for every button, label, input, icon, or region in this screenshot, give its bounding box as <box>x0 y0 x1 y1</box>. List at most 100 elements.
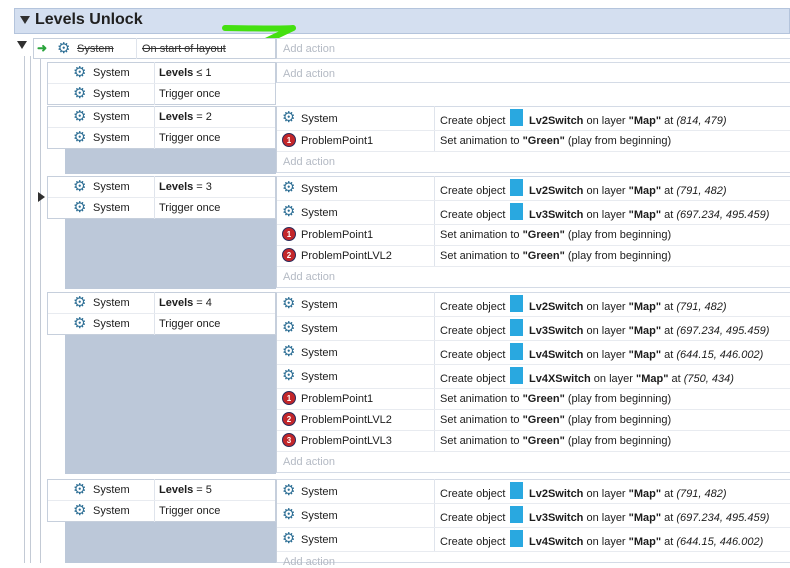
action-text[interactable]: Create object <box>440 512 505 524</box>
action-text[interactable]: Lv2Switch on layer "Map" at (791, 482) <box>529 185 727 197</box>
row-divider <box>277 364 790 365</box>
condition-text[interactable]: Levels ≤ 1 <box>159 67 212 79</box>
action-text[interactable]: Lv3Switch on layer "Map" at (697.234, 49… <box>529 512 769 524</box>
condition-text[interactable]: Levels = 5 <box>159 484 212 496</box>
start-event-collapse-icon[interactable] <box>17 41 27 49</box>
action-text[interactable]: Create object <box>440 115 505 127</box>
row-divider <box>277 409 790 410</box>
condition-text[interactable]: Trigger once <box>159 318 220 330</box>
expand-icon[interactable] <box>38 192 45 202</box>
row-divider <box>277 245 790 246</box>
separator <box>434 106 435 151</box>
row-divider <box>48 127 275 128</box>
condition-text[interactable]: Trigger once <box>159 505 220 517</box>
row-divider <box>277 200 790 201</box>
action-object: System <box>301 534 338 546</box>
condition-text[interactable]: Levels = 2 <box>159 111 212 123</box>
action-text[interactable]: Set animation to "Green" (play from begi… <box>440 229 671 241</box>
action-object: System <box>301 486 338 498</box>
gear-icon: ⚙ <box>57 40 71 57</box>
add-action-link[interactable]: Add action <box>283 271 335 283</box>
gear-icon: ⚙ <box>73 294 87 311</box>
separator <box>434 176 435 266</box>
condition-object: System <box>93 202 130 214</box>
condition-object: System <box>93 132 130 144</box>
sprite-swatch-icon <box>510 295 523 312</box>
action-text[interactable]: Create object <box>440 349 505 361</box>
row-divider <box>48 313 275 314</box>
gear-icon: ⚙ <box>282 367 296 384</box>
add-action-link[interactable]: Add action <box>283 556 335 568</box>
condition-text[interactable]: Levels = 3 <box>159 181 212 193</box>
tree-guide-line <box>30 56 31 563</box>
sprite-swatch-icon <box>510 343 523 360</box>
add-action-link[interactable]: Add action <box>283 456 335 468</box>
gear-icon: ⚙ <box>282 179 296 196</box>
action-text[interactable]: Create object <box>440 185 505 197</box>
sprite-swatch-icon <box>510 319 523 336</box>
problem-point-badge-icon: 3 <box>282 433 296 447</box>
action-text[interactable]: Lv2Switch on layer "Map" at (791, 482) <box>529 488 727 500</box>
row-divider <box>277 340 790 341</box>
action-object: System <box>301 299 338 311</box>
row-divider <box>277 503 790 504</box>
row-divider <box>277 451 790 452</box>
problem-point-badge-icon: 1 <box>282 391 296 405</box>
action-text[interactable]: Create object <box>440 325 505 337</box>
condition-object: System <box>93 297 130 309</box>
action-object: ProblemPoint1 <box>301 135 374 147</box>
action-text[interactable]: Lv2Switch on layer "Map" at (814, 479) <box>529 115 727 127</box>
gear-icon: ⚙ <box>282 482 296 499</box>
action-text[interactable]: Set animation to "Green" (play from begi… <box>440 435 671 447</box>
gear-icon: ⚙ <box>73 315 87 332</box>
sprite-swatch-icon <box>510 530 523 547</box>
action-text[interactable]: Lv4Switch on layer "Map" at (644.15, 446… <box>529 349 763 361</box>
action-object: ProblemPointLVL3 <box>301 435 392 447</box>
group-collapse-icon[interactable] <box>20 16 30 24</box>
tree-guide-line <box>40 56 41 563</box>
add-action-link[interactable]: Add action <box>283 43 335 55</box>
row-divider <box>277 224 790 225</box>
condition-text[interactable]: Trigger once <box>159 88 220 100</box>
action-object: System <box>301 323 338 335</box>
row-divider <box>277 266 790 267</box>
condition-object: System <box>93 111 130 123</box>
action-text[interactable]: Lv3Switch on layer "Map" at (697.234, 49… <box>529 209 769 221</box>
action-text[interactable]: Create object <box>440 488 505 500</box>
action-object: ProblemPoint1 <box>301 229 374 241</box>
condition-object: System <box>93 318 130 330</box>
gear-icon: ⚙ <box>282 319 296 336</box>
action-text[interactable]: Set animation to "Green" (play from begi… <box>440 414 671 426</box>
condition-text[interactable]: Levels = 4 <box>159 297 212 309</box>
separator <box>136 38 137 59</box>
action-object: System <box>301 510 338 522</box>
action-text[interactable]: Create object <box>440 301 505 313</box>
row-divider <box>277 551 790 552</box>
action-text[interactable]: Set animation to "Green" (play from begi… <box>440 393 671 405</box>
action-text[interactable]: Set animation to "Green" (play from begi… <box>440 250 671 262</box>
action-text[interactable]: Lv2Switch on layer "Map" at (791, 482) <box>529 301 727 313</box>
action-text[interactable]: Set animation to "Green" (play from begi… <box>440 135 671 147</box>
condition-text[interactable]: Trigger once <box>159 202 220 214</box>
action-text[interactable]: Create object <box>440 209 505 221</box>
action-text[interactable]: Create object <box>440 536 505 548</box>
add-action-link[interactable]: Add action <box>283 156 335 168</box>
action-text[interactable]: Create object <box>440 373 505 385</box>
row-divider <box>277 388 790 389</box>
row-divider <box>277 316 790 317</box>
action-text[interactable]: Lv4XSwitch on layer "Map" at (750, 434) <box>529 373 734 385</box>
add-action-link[interactable]: Add action <box>283 68 335 80</box>
gear-icon: ⚙ <box>282 203 296 220</box>
condition-text[interactable]: Trigger once <box>159 132 220 144</box>
action-text[interactable]: Lv3Switch on layer "Map" at (697.234, 49… <box>529 325 769 337</box>
condition-object: System <box>93 505 130 517</box>
action-text[interactable]: Lv4Switch on layer "Map" at (644.15, 446… <box>529 536 763 548</box>
action-object: ProblemPointLVL2 <box>301 414 392 426</box>
gear-icon: ⚙ <box>73 108 87 125</box>
action-object: System <box>301 347 338 359</box>
gear-icon: ⚙ <box>282 506 296 523</box>
problem-point-badge-icon: 1 <box>282 227 296 241</box>
row-divider <box>277 430 790 431</box>
row-divider <box>48 83 275 84</box>
start-event-object: System <box>77 43 114 55</box>
